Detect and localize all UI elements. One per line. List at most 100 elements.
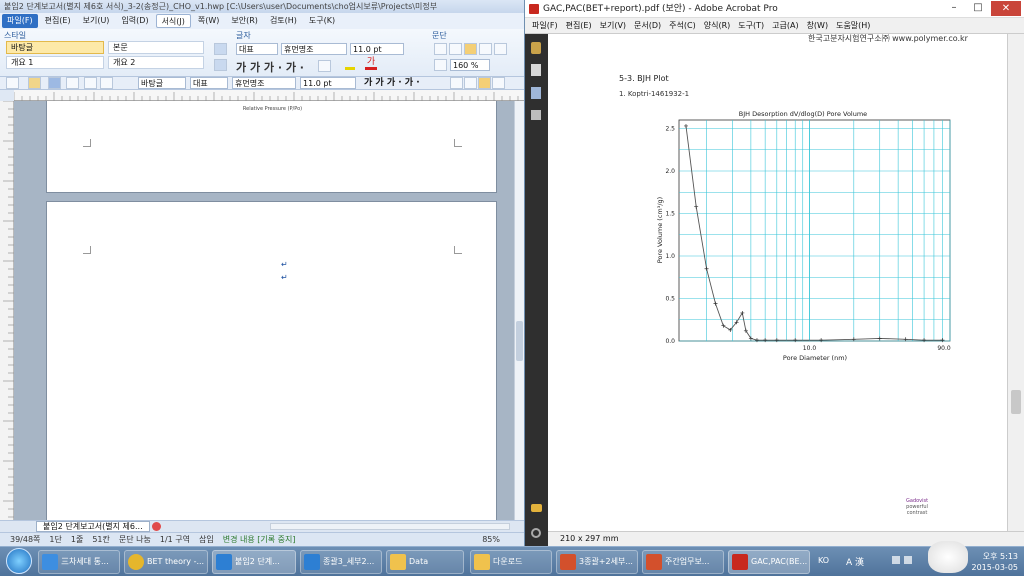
windows-taskbar: 三차세대 통... BET theory -... 붙임2 단계... 종괄3_… <box>0 541 1024 576</box>
font-size-input[interactable]: 11.0 pt <box>350 43 404 55</box>
bookmarks-icon[interactable] <box>531 87 541 99</box>
menu-security[interactable]: 보안(R) <box>226 14 263 28</box>
status-track-changes[interactable]: 변경 내용 [기록 중지] <box>223 534 296 545</box>
taskbar-item-hwp2[interactable]: 종괄3_세부2... <box>300 550 382 574</box>
menu-review[interactable]: 검토(H) <box>265 14 302 28</box>
status-insert-mode[interactable]: 삽입 <box>199 534 214 545</box>
style-item-batang[interactable]: 바탕글 <box>6 41 104 54</box>
style-edit-icon[interactable] <box>214 43 227 55</box>
tb-size-input[interactable]: 11.0 pt <box>300 77 356 89</box>
acro-menu-edit[interactable]: 편집(E) <box>566 20 592 31</box>
ime-mode[interactable]: A 漢 <box>846 555 864 568</box>
hwp-icon <box>304 554 320 570</box>
menu-insert[interactable]: 입력(D) <box>116 14 153 28</box>
taskbar-label: GAC,PAC(BE... <box>751 557 808 566</box>
open-icon[interactable] <box>28 77 41 89</box>
menu-edit[interactable]: 편집(E) <box>40 14 76 28</box>
acro-menu-forms[interactable]: 양식(R) <box>704 20 731 31</box>
taskbar-item-hwp1[interactable]: 붙임2 단계... <box>212 550 296 574</box>
tb-font-select[interactable]: 휴먼명조 <box>232 77 296 89</box>
highlight-icon[interactable] <box>345 58 355 70</box>
scroll-thumb[interactable] <box>1011 390 1021 414</box>
scroll-thumb[interactable] <box>516 321 523 361</box>
taskbar-item-acrobat[interactable]: GAC,PAC(BE... <box>728 550 810 574</box>
tb-lang-select[interactable]: 대표 <box>190 77 228 89</box>
hwp-horizontal-scrollbar[interactable] <box>270 523 510 530</box>
font-color-icon[interactable]: 가 <box>365 58 377 70</box>
style-item-outline1[interactable]: 개요 1 <box>6 56 104 69</box>
new-tab-icon[interactable] <box>152 522 161 531</box>
menu-tools[interactable]: 도구(K) <box>304 14 340 28</box>
document-page-current[interactable]: ↵ ↵ <box>46 201 497 520</box>
align-right-icon[interactable] <box>494 43 507 55</box>
hwp-vertical-scrollbar[interactable] <box>514 101 524 520</box>
pages-icon[interactable] <box>531 64 541 76</box>
line-spacing-select[interactable]: 160 % <box>450 59 490 71</box>
maximize-icon[interactable]: □ <box>967 0 989 16</box>
menu-format[interactable]: 서식(J) <box>155 14 191 28</box>
tb-align-both-icon[interactable] <box>478 77 491 89</box>
acro-menu-comments[interactable]: 주석(C) <box>669 20 696 31</box>
font-style-buttons[interactable]: 가 가 가 · 가 · <box>236 59 304 75</box>
taskbar-item-chrome[interactable]: BET theory -... <box>124 550 208 574</box>
network-icon[interactable] <box>904 556 912 564</box>
menu-file[interactable]: 파일(F) <box>2 14 38 28</box>
close-icon[interactable]: ✕ <box>991 1 1021 16</box>
tray-icon[interactable] <box>892 556 900 564</box>
acro-menu-view[interactable]: 보기(V) <box>600 20 626 31</box>
print-icon[interactable] <box>66 77 79 89</box>
start-button[interactable] <box>6 548 32 574</box>
line-spacing-icon[interactable] <box>434 59 447 71</box>
ime-language[interactable]: KO <box>818 556 829 565</box>
taskbar-item-ppt1[interactable]: 3종괄+2세부... <box>556 550 638 574</box>
taskbar-item-data-folder[interactable]: Data <box>386 550 464 574</box>
doc-tab-active[interactable]: 붙임2 단계보고서(별지 제6... <box>36 521 150 532</box>
style-item-body[interactable]: 본문 <box>108 41 204 54</box>
align-center-icon[interactable] <box>479 43 492 55</box>
align-both-icon[interactable] <box>464 43 477 55</box>
horizontal-ruler[interactable] <box>13 90 524 101</box>
char-shape-icon[interactable] <box>318 60 331 72</box>
tb-align-center-icon[interactable] <box>492 77 505 89</box>
pdf-page[interactable]: 한국고분자시험연구소㈜ www.polymer.co.kr 5-3. BJH P… <box>548 34 1007 531</box>
hwp-icon <box>216 554 232 570</box>
font-lang-select[interactable]: 대표 <box>236 43 278 55</box>
style-apply-icon[interactable] <box>214 59 227 71</box>
system-clock[interactable]: 오후 5:13 2015-03-05 <box>972 551 1019 573</box>
taskbar-item-ppt2[interactable]: 주간업무보... <box>642 550 724 574</box>
style-label: 개요 2 <box>113 58 136 67</box>
font-name-select[interactable]: 휴먼명조 <box>281 43 347 55</box>
acro-menu-advanced[interactable]: 고급(A) <box>772 20 798 31</box>
comments-icon[interactable] <box>531 504 542 512</box>
cut-icon[interactable] <box>84 77 97 89</box>
save-icon[interactable] <box>48 77 61 89</box>
taskbar-item-ie[interactable]: 三차세대 통... <box>38 550 120 574</box>
tb-align-left-icon[interactable] <box>450 77 463 89</box>
tb-style-select[interactable]: 바탕글 <box>138 77 186 89</box>
new-doc-icon[interactable] <box>6 77 19 89</box>
acro-menu-document[interactable]: 문서(D) <box>634 20 661 31</box>
menu-view[interactable]: 보기(U) <box>78 14 115 28</box>
align-justify-icon[interactable] <box>449 43 462 55</box>
acro-menu-file[interactable]: 파일(F) <box>532 20 558 31</box>
tb-align-justify-icon[interactable] <box>464 77 477 89</box>
align-left-icon[interactable] <box>434 43 447 55</box>
hwp-document-area[interactable]: Relative Pressure (P/Po) ↵ ↵ <box>14 101 514 520</box>
tb-font-style-buttons[interactable]: 가 가 가 · 가 · <box>364 77 420 89</box>
acro-menu-window[interactable]: 창(W) <box>807 20 829 31</box>
acro-menu-tools[interactable]: 도구(T) <box>738 20 764 31</box>
minimize-icon[interactable]: – <box>943 0 965 16</box>
lock-icon[interactable] <box>531 42 541 54</box>
document-page-prev[interactable]: Relative Pressure (P/Po) <box>46 101 497 193</box>
attachments-icon[interactable] <box>531 528 541 538</box>
taskbar-item-downloads[interactable]: 다운로드 <box>470 550 552 574</box>
zoom-level[interactable]: 85% <box>482 535 500 544</box>
style-item-outline2[interactable]: 개요 2 <box>108 56 204 69</box>
signatures-icon[interactable] <box>531 110 541 120</box>
paste-icon[interactable] <box>100 77 113 89</box>
acrobat-vertical-scrollbar[interactable] <box>1007 34 1024 531</box>
vertical-ruler[interactable] <box>0 100 14 520</box>
menu-page[interactable]: 쪽(W) <box>193 14 225 28</box>
acro-menu-help[interactable]: 도움말(H) <box>836 20 870 31</box>
taskbar-label: 다운로드 <box>493 557 523 566</box>
